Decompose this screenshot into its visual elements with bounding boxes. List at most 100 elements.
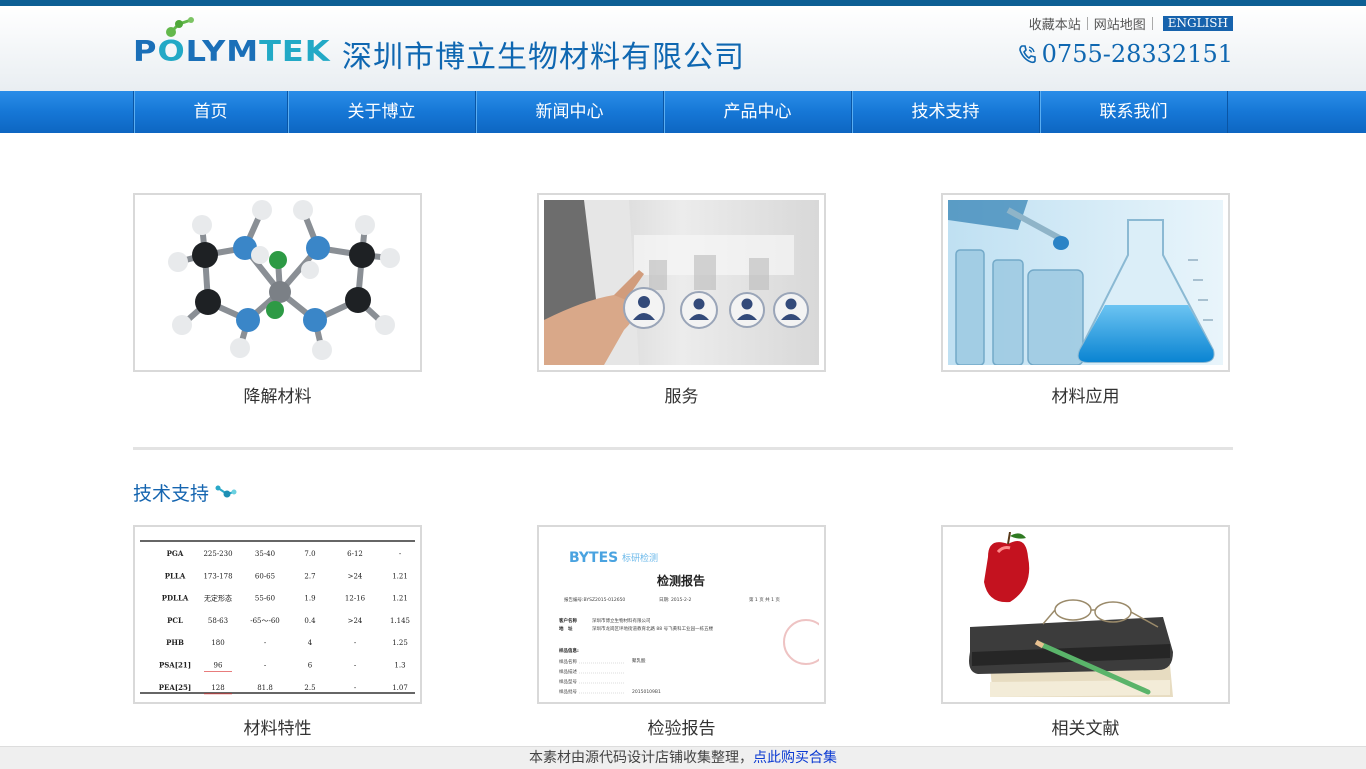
nav-item-products[interactable]: 产品中心 [664,91,852,133]
report-address-label: 地 址 [559,625,573,632]
table-cell: PGA [167,549,184,558]
tech-caption[interactable]: 材料特性 [133,714,422,739]
nav-item-home[interactable]: 首页 [134,91,288,133]
feature-image-frame [941,193,1230,372]
table-cell: 60-65 [255,572,275,580]
feature-caption[interactable]: 服务 [537,382,826,407]
report-brand-cn: 标研检测 [622,552,658,564]
report-number: 报告编号:BYSZ2015-012650 [564,596,625,603]
nav-item-tech-support[interactable]: 技术支持 [852,91,1040,133]
english-language-button[interactable]: ENGLISH [1162,16,1233,31]
report-client: 深圳市博立生物材料有限公司 [592,617,651,624]
table-cell: 1.21 [392,572,408,580]
tech-image-frame: PGA 225-230 35-40 7.0 6-12- PLLA 173-178 60-65 2… [133,525,422,704]
test-report-image[interactable]: BYTES 标研检测 检测报告 报告编号:BYSZ2015-012650 日期:… [544,532,819,697]
footer-text: 本素材由源代码设计店铺收集整理， [529,750,753,766]
table-cell: 12-16 [345,595,366,603]
feature-image-frame [133,193,422,372]
tech-image-frame: BYTES 标研检测 检测报告 报告编号:BYSZ2015-012650 日期:… [537,525,826,704]
top-links: 收藏本站 网站地图 ENGLISH [1029,14,1233,33]
table-cell: 55-60 [255,595,275,603]
report-sample-info: 样品信息: [559,647,579,654]
table-cell: 128 [211,684,224,692]
table-cell: >24 [348,617,363,625]
table-cell: 173-178 [203,572,232,580]
tech-caption[interactable]: 相关文献 [941,714,1230,739]
footer-purchase-link[interactable]: 点此购买合集 [753,750,837,766]
report-sample-no-label: 样品批号 [559,688,577,695]
table-cell: PCL [167,616,183,625]
link-divider [1151,17,1153,30]
main-nav: 首页 关于博立 新闻中心 产品中心 技术支持 联系我们 [0,91,1366,133]
tech-card-report[interactable]: BYTES 标研检测 检测报告 报告编号:BYSZ2015-012650 日期:… [537,525,826,739]
table-cell: 1.3 [394,662,405,670]
table-cell: 35-40 [255,550,275,558]
phone-contact: 0755-28332151 [1018,40,1233,68]
report-client-label: 客户名称 [559,617,577,624]
table-cell: 1.9 [304,595,315,603]
phone-icon [1018,45,1036,64]
feature-caption[interactable]: 降解材料 [133,382,422,407]
report-address: 深圳市龙岗区坪地街道教育北路 88 号飞黄科工业园一栋五楼 [592,625,714,632]
logo-molecule-icon [166,17,194,37]
nav-item-contact[interactable]: 联系我们 [1040,91,1228,133]
tech-card-literature[interactable]: 相关文献 [941,525,1230,739]
sitemap-link[interactable]: 网站地图 [1094,14,1146,33]
molecule-model-image[interactable] [140,200,415,365]
table-cell: 1.07 [392,684,408,692]
feature-card-service[interactable]: 服务 [537,193,826,407]
table-cell: 96 [214,662,223,670]
footer-bar: 本素材由源代码设计店铺收集整理，点此购买合集 [0,746,1366,769]
report-sample-no: 20150109B1 [632,689,661,695]
phone-number: 0755-28332151 [1041,40,1233,68]
report-brand: BYTES [569,550,618,566]
table-cell: 无定形态 [204,594,232,603]
property-table-image[interactable]: PGA 225-230 35-40 7.0 6-12 -PLLA 173-178 60-65 2… [140,532,415,697]
table-cell: 4 [308,639,313,647]
tech-image-frame [941,525,1230,704]
table-cell: 1.21 [392,595,408,603]
tech-card-properties[interactable]: PGA 225-230 35-40 7.0 6-12- PLLA 173-178 60-65 2… [133,525,422,739]
apple-books-image[interactable] [948,532,1223,697]
link-divider [1086,17,1088,30]
table-cell: 2.5 [304,684,315,692]
table-cell: 7.0 [304,550,315,558]
table-cell: 0.4 [304,617,316,625]
table-cell: 6-12 [347,550,363,558]
nav-item-about[interactable]: 关于博立 [288,91,476,133]
report-sample-name: 聚乳酸 [632,657,646,664]
table-cell: -65～-60 [250,617,280,625]
report-sample-name-label: 样品名称 [559,658,577,665]
service-touch-image[interactable] [544,200,819,365]
table-cell: PEA[25] [159,683,191,692]
table-cell: >24 [348,572,363,580]
feature-image-frame [537,193,826,372]
table-cell: PSA[21] [159,661,191,670]
lab-glassware-image[interactable] [948,200,1223,365]
molecule-icon [215,485,237,497]
company-name: 深圳市博立生物材料有限公司 [342,40,745,75]
feature-card-degradable[interactable]: 降解材料 [133,193,422,407]
tech-support-heading[interactable]: 技术支持 [133,479,237,506]
nav-item-news[interactable]: 新闻中心 [476,91,664,133]
report-title: 检测报告 [657,573,705,588]
table-cell: 180 [211,639,224,647]
favorite-link[interactable]: 收藏本站 [1029,14,1081,33]
report-page: 第 1 页 共 1 页 [749,596,780,603]
report-date: 日期: 2015-2-2 [659,597,692,603]
report-sample-model-label: 样品型号 [559,678,577,685]
feature-card-application[interactable]: 材料应用 [941,193,1230,407]
table-cell: 1.145 [390,617,410,625]
report-sample-desc-label: 样品描述 [559,668,577,675]
table-cell: 225-230 [203,550,232,558]
section-divider [133,447,1233,450]
table-cell: PDLLA [162,594,189,603]
table-cell: PHB [166,638,184,647]
site-header: POLYMTEK 深圳市博立生物材料有限公司 收藏本站 网站地图 ENGLISH… [0,6,1366,91]
table-cell: 6 [308,662,313,670]
table-cell: 81.8 [257,684,273,692]
table-cell: PLLA [165,571,186,580]
tech-caption[interactable]: 检验报告 [537,714,826,739]
feature-caption[interactable]: 材料应用 [941,382,1230,407]
table-cell: 58-63 [208,617,228,625]
